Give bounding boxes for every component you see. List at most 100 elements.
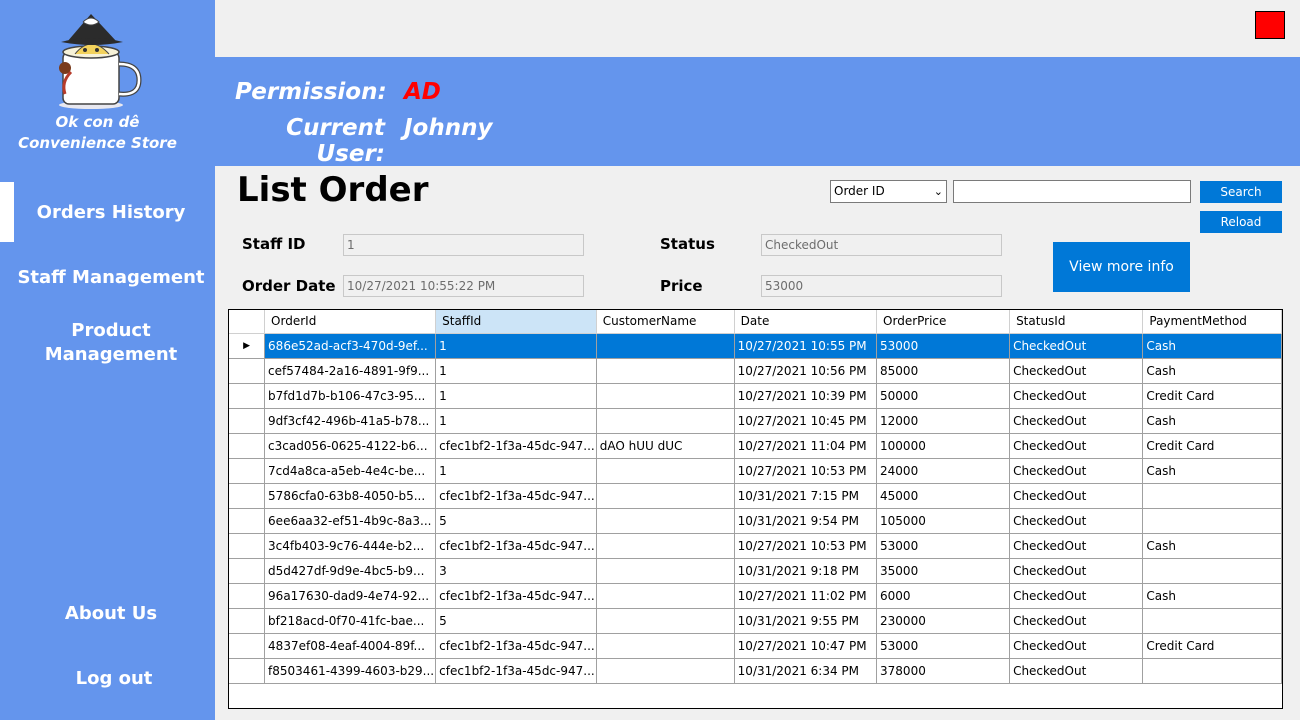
table-cell[interactable]: 10/27/2021 10:39 PM: [734, 383, 878, 409]
table-cell[interactable]: 10/31/2021 9:55 PM: [734, 608, 878, 634]
row-header[interactable]: [229, 458, 266, 484]
table-cell[interactable]: [596, 658, 735, 684]
table-cell[interactable]: CheckedOut: [1009, 483, 1144, 509]
table-cell[interactable]: CheckedOut: [1009, 558, 1144, 584]
nav-product-management[interactable]: Product Management: [0, 319, 222, 367]
table-cell[interactable]: cef57484-2a16-4891-9f9...: [264, 358, 437, 384]
table-cell[interactable]: CheckedOut: [1009, 333, 1144, 359]
table-row[interactable]: 3c4fb403-9c76-444e-b2... cfec1bf2-1f3a-45…: [229, 533, 1282, 559]
table-row[interactable]: ▶ 686e52ad-acf3-470d-9ef... 1 10/27/2021 10…: [229, 333, 1282, 359]
table-cell[interactable]: [596, 508, 735, 534]
search-field-select[interactable]: Order ID ⌄: [830, 180, 947, 203]
table-cell[interactable]: 5: [435, 608, 597, 634]
row-header[interactable]: [229, 533, 266, 559]
search-input[interactable]: [953, 180, 1191, 203]
table-cell[interactable]: 45000: [876, 483, 1011, 509]
table-cell[interactable]: Credit Card: [1142, 383, 1282, 409]
table-row[interactable]: 5786cfa0-63b8-4050-b5... cfec1bf2-1f3a-45…: [229, 483, 1282, 509]
table-cell[interactable]: Cash: [1142, 333, 1282, 359]
row-header[interactable]: [229, 433, 266, 459]
table-row[interactable]: b7fd1d7b-b106-47c3-95... 1 10/27/2021 10:3…: [229, 383, 1282, 409]
column-header-customername[interactable]: CustomerName: [596, 310, 735, 334]
table-cell[interactable]: bf218acd-0f70-41fc-bae...: [264, 608, 437, 634]
table-cell[interactable]: 686e52ad-acf3-470d-9ef...: [264, 333, 437, 359]
table-cell[interactable]: 53000: [876, 333, 1011, 359]
table-row[interactable]: 9df3cf42-496b-41a5-b78... 1 10/27/2021 10:…: [229, 408, 1282, 434]
table-cell[interactable]: cfec1bf2-1f3a-45dc-947...: [435, 583, 597, 609]
table-cell[interactable]: Credit Card: [1142, 633, 1282, 659]
table-cell[interactable]: [596, 358, 735, 384]
table-cell[interactable]: Cash: [1142, 533, 1282, 559]
table-cell[interactable]: cfec1bf2-1f3a-45dc-947...: [435, 533, 597, 559]
table-row[interactable]: 7cd4a8ca-a5eb-4e4c-be... 1 10/27/2021 10:5…: [229, 458, 1282, 484]
table-cell[interactable]: [596, 583, 735, 609]
table-cell[interactable]: d5d427df-9d9e-4bc5-b9...: [264, 558, 437, 584]
table-cell[interactable]: CheckedOut: [1009, 608, 1144, 634]
table-cell[interactable]: 53000: [876, 633, 1011, 659]
table-cell[interactable]: Credit Card: [1142, 433, 1282, 459]
table-cell[interactable]: 3c4fb403-9c76-444e-b2...: [264, 533, 437, 559]
table-row[interactable]: c3cad056-0625-4122-b6... cfec1bf2-1f3a-45…: [229, 433, 1282, 459]
table-cell[interactable]: [1142, 483, 1282, 509]
table-row[interactable]: 4837ef08-4eaf-4004-89f... cfec1bf2-1f3a-4…: [229, 633, 1282, 659]
table-cell[interactable]: b7fd1d7b-b106-47c3-95...: [264, 383, 437, 409]
table-cell[interactable]: CheckedOut: [1009, 358, 1144, 384]
table-cell[interactable]: Cash: [1142, 408, 1282, 434]
table-cell[interactable]: 5786cfa0-63b8-4050-b5...: [264, 483, 437, 509]
row-header[interactable]: [229, 508, 266, 534]
table-cell[interactable]: c3cad056-0625-4122-b6...: [264, 433, 437, 459]
column-header-orderid[interactable]: OrderId: [264, 310, 437, 334]
table-cell[interactable]: CheckedOut: [1009, 658, 1144, 684]
row-header[interactable]: [229, 608, 266, 634]
table-cell[interactable]: CheckedOut: [1009, 408, 1144, 434]
table-cell[interactable]: cfec1bf2-1f3a-45dc-947...: [435, 658, 597, 684]
table-cell[interactable]: 10/31/2021 9:54 PM: [734, 508, 878, 534]
orders-grid[interactable]: OrderId StaffId CustomerName Date OrderP…: [228, 309, 1283, 709]
table-cell[interactable]: [596, 408, 735, 434]
row-header[interactable]: [229, 633, 266, 659]
table-cell[interactable]: 230000: [876, 608, 1011, 634]
table-row[interactable]: 6ee6aa32-ef51-4b9c-8a3... 5 10/31/2021 9:5…: [229, 508, 1282, 534]
row-header[interactable]: [229, 558, 266, 584]
table-cell[interactable]: cfec1bf2-1f3a-45dc-947...: [435, 433, 597, 459]
table-cell[interactable]: Cash: [1142, 358, 1282, 384]
view-more-info-button[interactable]: View more info: [1053, 242, 1190, 292]
table-cell[interactable]: 10/27/2021 10:55 PM: [734, 333, 878, 359]
column-header-statusid[interactable]: StatusId: [1009, 310, 1144, 334]
table-cell[interactable]: 4837ef08-4eaf-4004-89f...: [264, 633, 437, 659]
table-cell[interactable]: [596, 383, 735, 409]
table-cell[interactable]: [596, 333, 735, 359]
table-cell[interactable]: 378000: [876, 658, 1011, 684]
reload-button[interactable]: Reload: [1200, 211, 1282, 233]
table-cell[interactable]: CheckedOut: [1009, 508, 1144, 534]
column-header-paymentmethod[interactable]: PaymentMethod: [1142, 310, 1282, 334]
table-cell[interactable]: cfec1bf2-1f3a-45dc-947...: [435, 483, 597, 509]
table-cell[interactable]: dAO hUU dUC: [596, 433, 735, 459]
row-header[interactable]: [229, 483, 266, 509]
table-cell[interactable]: Cash: [1142, 458, 1282, 484]
table-cell[interactable]: Cash: [1142, 583, 1282, 609]
table-cell[interactable]: 10/27/2021 10:53 PM: [734, 533, 878, 559]
table-cell[interactable]: 10/27/2021 10:45 PM: [734, 408, 878, 434]
row-header[interactable]: [229, 583, 266, 609]
table-cell[interactable]: 3: [435, 558, 597, 584]
table-cell[interactable]: [596, 533, 735, 559]
table-cell[interactable]: 6000: [876, 583, 1011, 609]
table-cell[interactable]: CheckedOut: [1009, 458, 1144, 484]
row-header[interactable]: [229, 408, 266, 434]
column-header-orderprice[interactable]: OrderPrice: [876, 310, 1011, 334]
table-cell[interactable]: 6ee6aa32-ef51-4b9c-8a3...: [264, 508, 437, 534]
table-cell[interactable]: 96a17630-dad9-4e74-92...: [264, 583, 437, 609]
table-cell[interactable]: 10/31/2021 6:34 PM: [734, 658, 878, 684]
table-cell[interactable]: [1142, 508, 1282, 534]
close-button[interactable]: [1255, 11, 1285, 39]
table-cell[interactable]: 1: [435, 333, 597, 359]
table-cell[interactable]: [596, 608, 735, 634]
table-cell[interactable]: 10/31/2021 7:15 PM: [734, 483, 878, 509]
row-header[interactable]: ▶: [229, 333, 266, 359]
table-cell[interactable]: [596, 458, 735, 484]
table-cell[interactable]: [1142, 558, 1282, 584]
row-header[interactable]: [229, 383, 266, 409]
table-cell[interactable]: 50000: [876, 383, 1011, 409]
row-header[interactable]: [229, 358, 266, 384]
